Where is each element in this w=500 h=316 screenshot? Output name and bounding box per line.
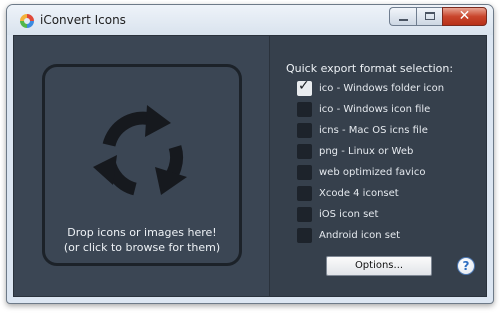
- option-label: Xcode 4 iconset: [319, 188, 399, 199]
- option-label: ico - Windows folder icon: [319, 83, 445, 94]
- close-button[interactable]: ✕: [442, 7, 487, 26]
- app-window: iConvert Icons ✕ Drop icons or images he…: [6, 4, 494, 304]
- option-label: iOS icon set: [319, 209, 379, 220]
- option-xcode[interactable]: Xcode 4 iconset: [297, 183, 444, 204]
- help-icon[interactable]: ?: [457, 257, 475, 275]
- option-label: web optimized favico: [319, 167, 426, 178]
- option-label: icns - Mac OS icns file: [319, 125, 428, 136]
- checkbox-icns[interactable]: [297, 123, 312, 138]
- window-controls: ✕: [389, 7, 487, 26]
- refresh-arrows-icon: [93, 105, 187, 196]
- option-label: Android icon set: [319, 230, 401, 241]
- checkbox-png[interactable]: [297, 144, 312, 159]
- window-title: iConvert Icons: [40, 13, 126, 27]
- app-logo-icon: [20, 14, 34, 28]
- drop-panel: Drop icons or images here! (or click to …: [14, 36, 270, 296]
- option-png[interactable]: png - Linux or Web: [297, 141, 444, 162]
- client-area: Drop icons or images here! (or click to …: [13, 35, 487, 297]
- option-ico-file[interactable]: ico - Windows icon file: [297, 99, 444, 120]
- options-button[interactable]: Options...: [326, 256, 432, 276]
- maximize-button[interactable]: [416, 7, 442, 26]
- minimize-button[interactable]: [389, 7, 416, 26]
- checkbox-ico-folder[interactable]: ✓: [297, 78, 312, 96]
- option-ios[interactable]: iOS icon set: [297, 204, 444, 225]
- option-label: ico - Windows icon file: [319, 104, 431, 115]
- close-icon: ✕: [458, 8, 471, 24]
- checkbox-ios[interactable]: [297, 207, 312, 222]
- option-favico[interactable]: web optimized favico: [297, 162, 444, 183]
- drop-zone[interactable]: Drop icons or images here! (or click to …: [42, 64, 242, 266]
- drop-instruction-line2: (or click to browse for them): [63, 241, 221, 254]
- checkbox-xcode[interactable]: [297, 186, 312, 201]
- drop-instruction-line1: Drop icons or images here!: [67, 226, 217, 239]
- checkbox-favico[interactable]: [297, 165, 312, 180]
- export-panel: Quick export format selection: ✓ ico - W…: [270, 36, 486, 296]
- export-section-title: Quick export format selection:: [286, 62, 454, 75]
- checkbox-android[interactable]: [297, 228, 312, 243]
- option-android[interactable]: Android icon set: [297, 225, 444, 246]
- title-bar[interactable]: iConvert Icons ✕: [7, 5, 493, 35]
- minimize-icon: [399, 19, 408, 21]
- export-options-list: ✓ ico - Windows folder icon ico - Window…: [297, 78, 444, 246]
- option-ico-folder[interactable]: ✓ ico - Windows folder icon: [297, 78, 444, 99]
- checkbox-ico-file[interactable]: [297, 102, 312, 117]
- maximize-icon: [425, 12, 435, 20]
- checkmark-icon: ✓: [298, 78, 310, 94]
- drop-instructions: Drop icons or images here! (or click to …: [45, 225, 239, 255]
- option-icns[interactable]: icns - Mac OS icns file: [297, 120, 444, 141]
- option-label: png - Linux or Web: [319, 146, 414, 157]
